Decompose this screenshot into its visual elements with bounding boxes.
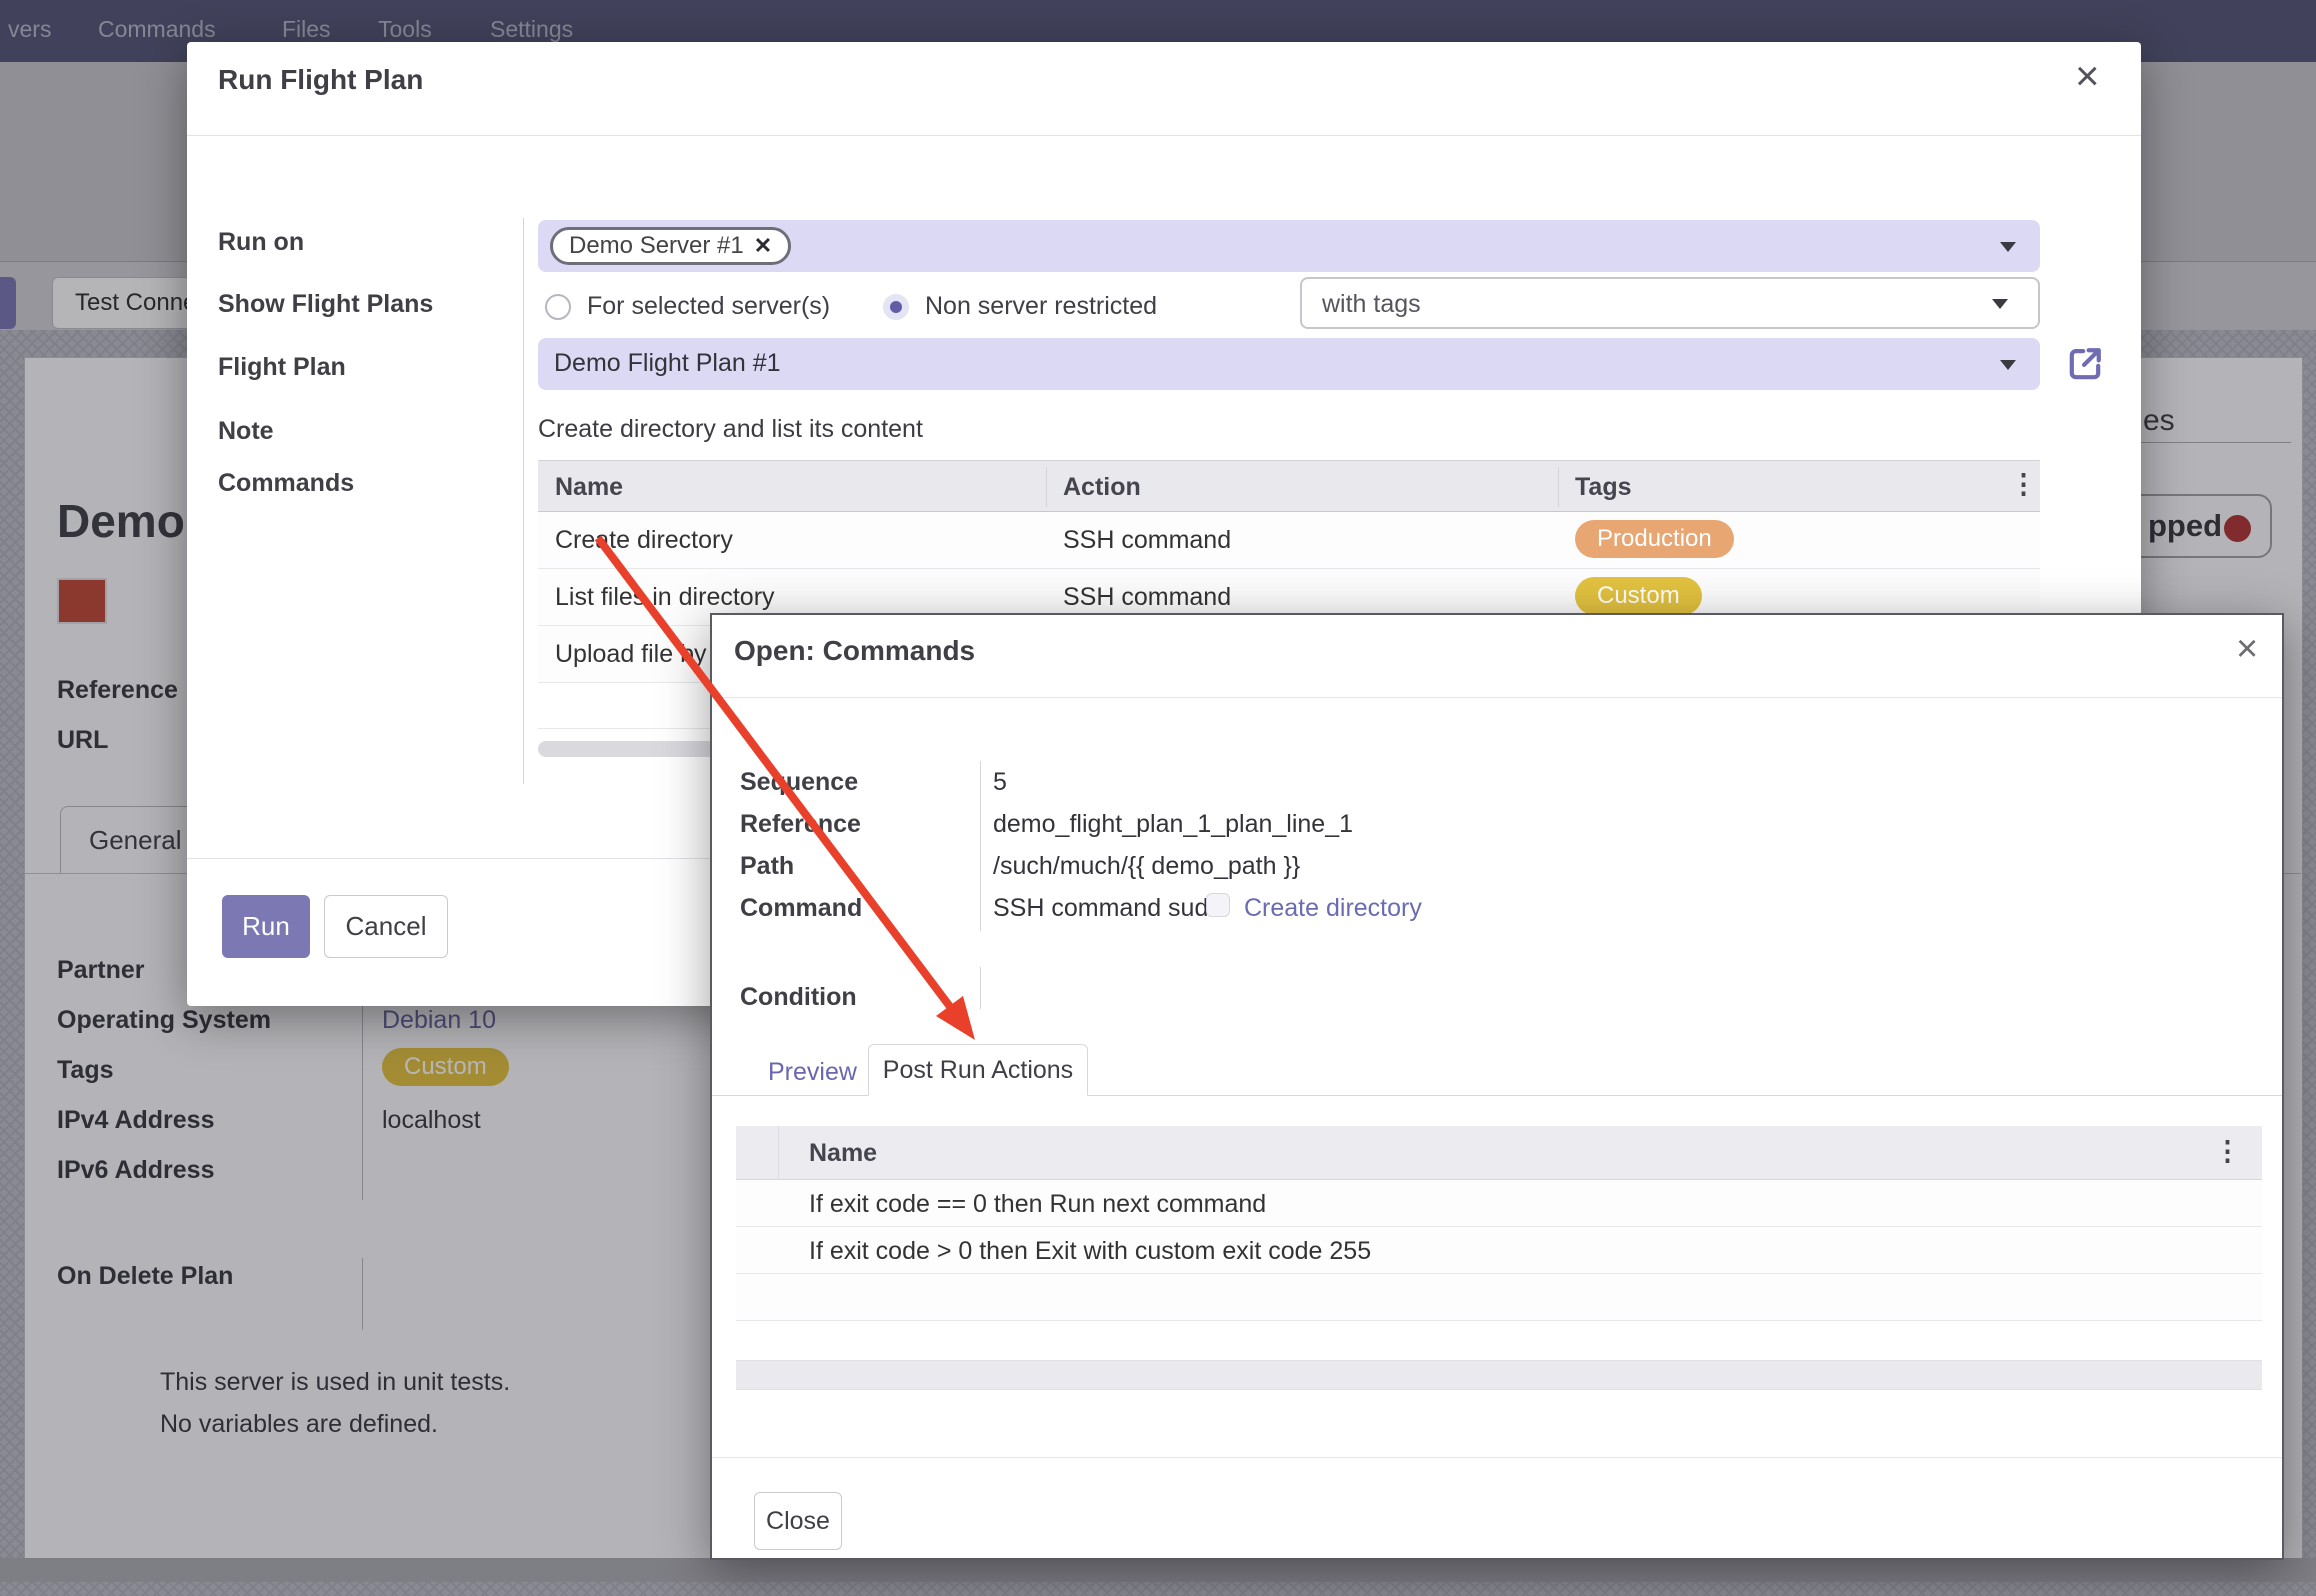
server-tag-pill[interactable]: Demo Server #1 ✕ bbox=[550, 227, 791, 265]
cell-name: List files in directory bbox=[555, 583, 775, 612]
path-value: /such/much/{{ demo_path }} bbox=[993, 852, 1300, 881]
chevron-down-icon bbox=[2000, 242, 2016, 252]
table-row[interactable]: If exit code > 0 then Exit with custom e… bbox=[736, 1227, 2262, 1274]
flight-plan-value: Demo Flight Plan #1 bbox=[554, 349, 781, 378]
remove-tag-icon[interactable]: ✕ bbox=[754, 233, 772, 259]
table-row[interactable]: If exit code == 0 then Run next command bbox=[736, 1180, 2262, 1227]
run-on-label: Run on bbox=[218, 228, 304, 257]
header-divider bbox=[712, 697, 2282, 698]
col-divider bbox=[1046, 467, 1047, 507]
custom-tag: Custom bbox=[1575, 577, 1702, 615]
col-divider bbox=[778, 1126, 779, 1180]
modal-title: Run Flight Plan bbox=[218, 64, 423, 96]
footer-divider bbox=[712, 1457, 2282, 1458]
screen: vers Commands Files Tools Settings Test … bbox=[0, 0, 2316, 1596]
col-divider bbox=[1558, 467, 1559, 507]
path-label: Path bbox=[740, 852, 794, 881]
col-tags[interactable]: Tags bbox=[1575, 473, 1632, 502]
reference-value: demo_flight_plan_1_plan_line_1 bbox=[993, 810, 1353, 839]
table-footer-band bbox=[736, 1360, 2262, 1390]
flight-plan-label: Flight Plan bbox=[218, 353, 346, 382]
with-tags-value: with tags bbox=[1322, 290, 1421, 319]
table-row[interactable]: Create directory SSH command Production bbox=[538, 512, 2040, 569]
column-options-icon[interactable]: ⋮ bbox=[2010, 469, 2037, 500]
create-directory-link[interactable]: Create directory bbox=[1244, 894, 1422, 923]
show-flight-plans-label: Show Flight Plans bbox=[218, 290, 433, 319]
plan-table-header: Name Action Tags ⋮ bbox=[538, 460, 2040, 512]
note-label: Note bbox=[218, 417, 274, 446]
note-value: Create directory and list its content bbox=[538, 415, 923, 444]
close-button[interactable]: Close bbox=[754, 1492, 842, 1550]
modal-title: Open: Commands bbox=[734, 635, 975, 667]
sequence-label: Sequence bbox=[740, 768, 858, 797]
tab-preview[interactable]: Preview bbox=[768, 1058, 857, 1087]
sudo-checkbox[interactable] bbox=[1206, 893, 1230, 917]
cell-action-name: If exit code > 0 then Exit with custom e… bbox=[809, 1237, 1371, 1266]
radio-non-server-restricted[interactable] bbox=[883, 294, 909, 320]
condition-label: Condition bbox=[740, 983, 857, 1012]
production-tag: Production bbox=[1575, 520, 1734, 558]
tab-post-run-actions[interactable]: Post Run Actions bbox=[868, 1044, 1088, 1096]
label-separator bbox=[523, 218, 524, 784]
reference-label: Reference bbox=[740, 810, 861, 839]
sequence-value: 5 bbox=[993, 768, 1007, 797]
column-options-icon[interactable]: ⋮ bbox=[2214, 1136, 2241, 1167]
radio-for-selected-servers-label[interactable]: For selected server(s) bbox=[587, 292, 830, 321]
external-link-icon[interactable] bbox=[2063, 342, 2107, 386]
label-separator-2 bbox=[980, 967, 981, 1009]
command-value: SSH command sudo bbox=[993, 894, 1222, 923]
radio-non-server-restricted-label[interactable]: Non server restricted bbox=[925, 292, 1157, 321]
commands-label: Commands bbox=[218, 469, 354, 498]
table-empty-row bbox=[736, 1274, 2262, 1321]
close-icon[interactable]: × bbox=[2236, 631, 2258, 667]
chevron-down-icon bbox=[2000, 360, 2016, 370]
col-name[interactable]: Name bbox=[555, 473, 623, 502]
run-on-select[interactable]: Demo Server #1 ✕ bbox=[538, 220, 2040, 272]
with-tags-select[interactable]: with tags bbox=[1300, 277, 2040, 329]
col-action[interactable]: Action bbox=[1063, 473, 1141, 502]
cell-action-name: If exit code == 0 then Run next command bbox=[809, 1190, 1266, 1219]
cell-name: Upload file by bbox=[555, 640, 706, 669]
open-commands-modal: Open: Commands × Sequence 5 Reference de… bbox=[710, 613, 2284, 1560]
header-divider bbox=[187, 135, 2141, 136]
run-button[interactable]: Run bbox=[222, 895, 310, 958]
actions-table-header: Name ⋮ bbox=[736, 1126, 2262, 1180]
cell-action: SSH command bbox=[1063, 583, 1231, 612]
cell-action: SSH command bbox=[1063, 526, 1231, 555]
chevron-down-icon bbox=[1992, 299, 2008, 309]
cancel-button[interactable]: Cancel bbox=[324, 895, 448, 958]
flight-plan-select[interactable]: Demo Flight Plan #1 bbox=[538, 338, 2040, 390]
close-icon[interactable]: × bbox=[2075, 58, 2100, 94]
radio-for-selected-servers[interactable] bbox=[545, 294, 571, 320]
cell-name: Create directory bbox=[555, 526, 733, 555]
col-name[interactable]: Name bbox=[809, 1139, 877, 1168]
label-separator bbox=[980, 761, 981, 931]
command-label: Command bbox=[740, 894, 862, 923]
server-tag-label: Demo Server #1 bbox=[569, 232, 744, 260]
